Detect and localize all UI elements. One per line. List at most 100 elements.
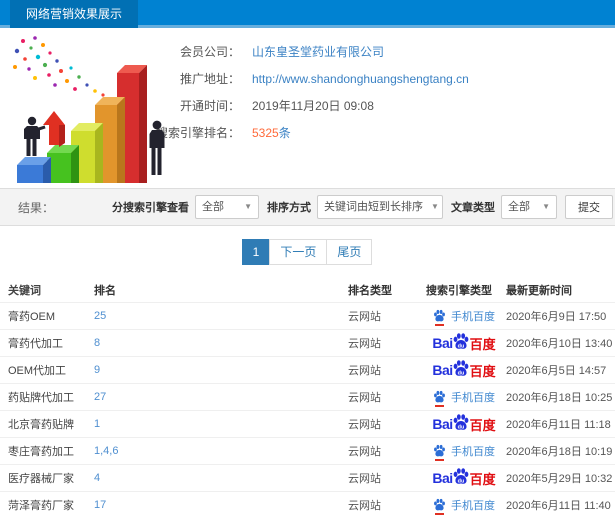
baidu-paw-icon: du (453, 332, 469, 349)
engine-filter-value: 全部 (202, 201, 224, 213)
sort-filter-value: 关键词由短到长排序 (324, 201, 423, 213)
table-row: 膏药OEM 25 云网站 手机百度 2020年6月9日 17:50 (0, 302, 615, 329)
keyword-cell: 医疗器械厂家 (8, 473, 74, 485)
rank-type-cell: 云网站 (348, 473, 381, 485)
engine-type-cell: Bai du 百度 (418, 332, 502, 355)
rank-link[interactable]: 8 (86, 337, 340, 349)
table-row: 枣庄膏药加工 1,4,6 云网站 手机百度 2020年6月18日 10:19 (0, 437, 615, 464)
baidu-logo-bai: Bai (432, 470, 453, 486)
businessman-right (149, 120, 165, 175)
mobile-baidu-label: 手机百度 (451, 311, 495, 323)
mobile-baidu-icon (433, 309, 446, 326)
open-time-value: 2019年11月20日 09:08 (252, 99, 374, 113)
baidu-logo-bai: Bai (432, 416, 453, 432)
table-row: 膏药代加工 8 云网站 Bai du 百度 2020年6月10日 13:40 (0, 329, 615, 356)
ranking-count-number: 5325 (252, 126, 279, 140)
filter-bar: 结果： 分搜索引擎查看 全部 ▼ 排序方式 关键词由短到长排序 ▼ 文章类型 全… (0, 188, 615, 226)
col-header-engine-type: 搜索引擎类型 (426, 285, 492, 297)
keyword-cell: 菏泽膏药厂家 (8, 500, 74, 512)
engine-type-cell: 手机百度 (418, 497, 502, 515)
rank-type-cell: 云网站 (348, 338, 381, 350)
rank-link[interactable]: 17 (86, 499, 340, 511)
mobile-baidu-icon (433, 444, 446, 461)
account-info-section: 会员公司： 山东皇圣堂药业有限公司 推广地址： http://www.shand… (0, 28, 615, 213)
growth-chart-illustration (5, 33, 185, 213)
engine-filter-select[interactable]: 全部 ▼ (195, 195, 259, 219)
rank-type-cell: 云网站 (348, 446, 381, 458)
col-header-rank-type: 排名类型 (348, 285, 392, 297)
baidu-logo-cn: 百度 (469, 471, 496, 487)
mobile-baidu-label: 手机百度 (451, 446, 495, 458)
results-table: 关键词 排名 排名类型 搜索引擎类型 最新更新时间 膏药OEM 25 云网站 手… (0, 278, 615, 518)
ranking-count-unit: 条 (278, 126, 291, 140)
bar-blue (17, 157, 51, 210)
table-row: OEM代加工 9 云网站 Bai du 百度 2020年6月5日 14:57 (0, 356, 615, 383)
baidu-logo: Bai du 百度 (432, 467, 496, 490)
keyword-cell: 药贴牌代加工 (8, 392, 74, 404)
svg-text:du: du (457, 343, 464, 349)
baidu-logo: Bai du 百度 (432, 413, 496, 436)
baidu-logo: Bai du 百度 (432, 359, 496, 382)
page-title: 网络营销效果展示 (26, 7, 123, 21)
svg-text:du: du (457, 478, 464, 484)
rank-type-cell: 云网站 (348, 365, 381, 377)
updated-cell: 2020年6月9日 17:50 (506, 311, 607, 323)
updated-cell: 2020年6月11日 11:18 (506, 419, 611, 431)
rank-link[interactable]: 9 (86, 364, 340, 376)
baidu-paw-icon (434, 498, 445, 511)
last-page-button[interactable]: 尾页 (326, 239, 373, 265)
mobile-baidu-label: 手机百度 (451, 500, 495, 512)
submit-button[interactable]: 提交 (565, 195, 613, 219)
rank-link[interactable]: 25 (86, 310, 340, 322)
engine-type-cell: Bai du 百度 (418, 359, 502, 382)
engine-type-cell: Bai du 百度 (418, 413, 502, 436)
table-body: 膏药OEM 25 云网站 手机百度 2020年6月9日 17:50 膏药代加工 … (0, 302, 615, 518)
baidu-logo-cn: 百度 (469, 336, 496, 352)
sort-filter-select[interactable]: 关键词由短到长排序 ▼ (317, 195, 443, 219)
topbar: 网络营销效果展示 (0, 0, 615, 28)
keyword-cell: 北京膏药贴牌 (8, 419, 74, 431)
svg-text:du: du (457, 370, 464, 376)
mobile-baidu-icon (433, 390, 446, 407)
table-row: 菏泽膏药厂家 17 云网站 手机百度 2020年6月11日 11:40 (0, 491, 615, 518)
keyword-cell: 膏药OEM (8, 311, 56, 323)
baidu-logo: Bai du 百度 (432, 332, 496, 355)
mobile-baidu-icon (433, 498, 446, 515)
col-header-keyword: 关键词 (8, 285, 41, 297)
engine-type-cell: 手机百度 (418, 443, 502, 461)
baidu-logo-bai: Bai (432, 362, 453, 378)
mobile-baidu-label: 手机百度 (451, 392, 495, 404)
rank-type-cell: 云网站 (348, 419, 381, 431)
rank-link[interactable]: 27 (86, 391, 340, 403)
table-row: 医疗器械厂家 4 云网站 Bai du 百度 2020年5月29日 10:32 (0, 464, 615, 491)
rank-type-cell: 云网站 (348, 392, 381, 404)
keyword-cell: 枣庄膏药加工 (8, 446, 74, 458)
bar-green (47, 145, 79, 209)
article-type-filter-select[interactable]: 全部 ▼ (501, 195, 557, 219)
mobile-baidu-underline (435, 459, 444, 461)
result-label: 结果： (18, 200, 55, 215)
company-link[interactable]: 山东皇圣堂药业有限公司 (252, 43, 384, 60)
engine-filter-label: 分搜索引擎查看 (112, 202, 189, 214)
table-row: 药贴牌代加工 27 云网站 手机百度 2020年6月18日 10:25 (0, 383, 615, 410)
updated-cell: 2020年6月11日 11:40 (506, 500, 611, 512)
next-page-button[interactable]: 下一页 (269, 239, 328, 265)
keyword-cell: 膏药代加工 (8, 338, 63, 350)
rank-link[interactable]: 1,4,6 (86, 445, 340, 457)
table-row: 北京膏药贴牌 1 云网站 Bai du 百度 2020年6月11日 11:18 (0, 410, 615, 437)
baidu-paw-icon (434, 309, 445, 322)
promo-url-link[interactable]: http://www.shandonghuangshengtang.cn (252, 72, 469, 86)
engine-type-cell: 手机百度 (418, 308, 502, 326)
baidu-paw-icon (434, 444, 445, 457)
engine-type-cell: 手机百度 (418, 389, 502, 407)
chevron-down-icon: ▼ (244, 202, 252, 211)
rank-link[interactable]: 4 (86, 472, 340, 484)
updated-cell: 2020年6月18日 10:19 (506, 446, 613, 458)
page-1-button[interactable]: 1 (241, 239, 271, 265)
baidu-paw-icon (434, 390, 445, 403)
table-header-row: 关键词 排名 排名类型 搜索引擎类型 最新更新时间 (0, 278, 615, 302)
page-title-tab[interactable]: 网络营销效果展示 (10, 0, 139, 28)
updated-cell: 2020年5月29日 10:32 (506, 473, 613, 485)
rank-link[interactable]: 1 (86, 418, 340, 430)
marketing-report-page: 网络营销效果展示 会员公司： 山东皇圣堂药业有限公司 推广地址： http://… (0, 0, 615, 518)
